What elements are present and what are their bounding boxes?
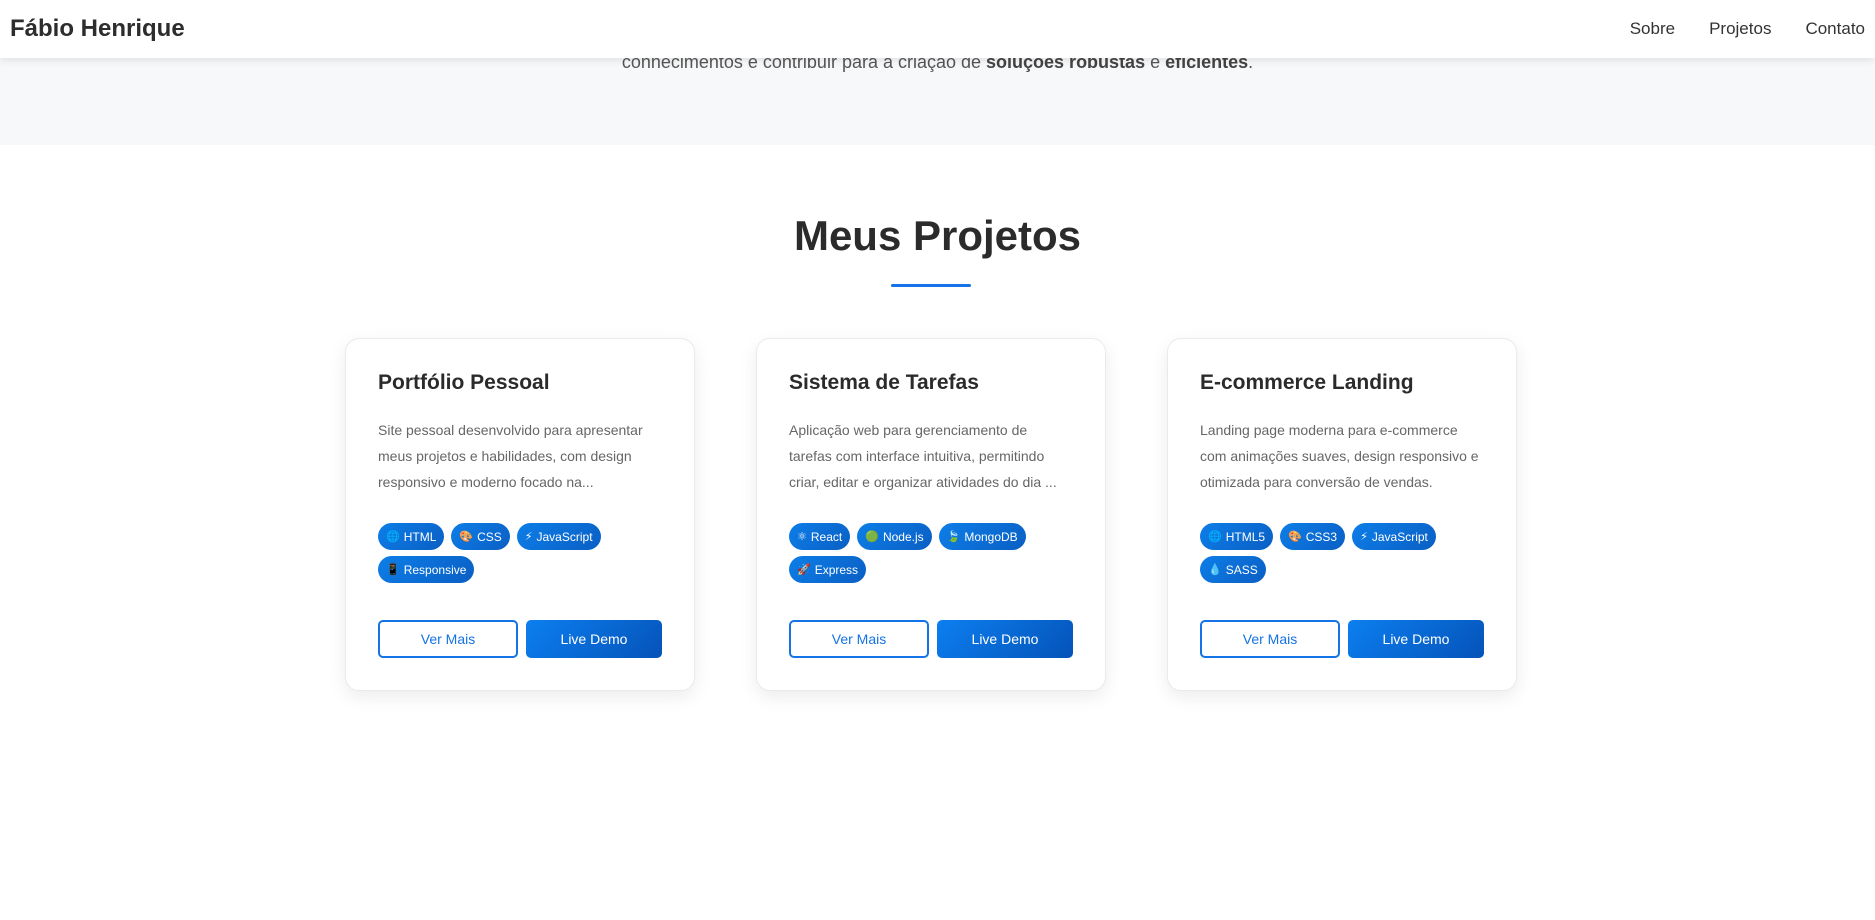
tech-tag: 📱 Responsive (378, 556, 475, 583)
project-card: Portfólio Pessoal Site pessoal desenvolv… (345, 338, 695, 691)
card-title: E-commerce Landing (1200, 371, 1414, 394)
card-title: Sistema de Tarefas (789, 371, 979, 394)
ver-mais-button[interactable]: Ver Mais (789, 620, 929, 658)
tech-tag: 🌐 HTML (378, 523, 445, 550)
live-demo-button[interactable]: Live Demo (937, 620, 1073, 658)
ver-mais-button[interactable]: Ver Mais (378, 620, 518, 658)
project-cards: Portfólio Pessoal Site pessoal desenvolv… (345, 338, 1517, 691)
globe-icon: 🌐 (386, 531, 400, 543)
card-title: Portfólio Pessoal (378, 371, 550, 394)
ver-mais-button[interactable]: Ver Mais (1200, 620, 1340, 658)
navbar: Fábio Henrique Sobre Projetos Contato (0, 0, 1875, 58)
tech-tag: ⚡ JavaScript (516, 523, 601, 550)
section-title: Meus Projetos (793, 212, 1082, 259)
card-description: Landing page moderna para e-commerce com… (1200, 422, 1479, 490)
card-description: Aplicação web para gerenciamento de tare… (789, 422, 1057, 490)
card-actions: Ver Mais Live Demo (789, 620, 1073, 658)
live-demo-button[interactable]: Live Demo (1348, 620, 1484, 658)
palette-icon: 🎨 (1288, 531, 1302, 543)
live-demo-button[interactable]: Live Demo (526, 620, 662, 658)
card-actions: Ver Mais Live Demo (1200, 620, 1484, 658)
lightning-icon: ⚡ (1360, 531, 1368, 543)
nav-link-contato[interactable]: Contato (1788, 19, 1865, 39)
tech-tags: 🌐 HTML5 🎨 CSS3 ⚡ JavaScript 💧 SASS (1200, 523, 1490, 583)
nav-link-sobre[interactable]: Sobre (1613, 19, 1692, 39)
tech-tag: 🌐 HTML5 (1200, 523, 1274, 550)
palette-icon: 🎨 (459, 531, 474, 543)
nav-links: Sobre Projetos Contato (1613, 19, 1865, 39)
mobile-icon: 📱 (386, 564, 400, 576)
green-circle-icon: 🟢 (865, 531, 879, 543)
project-card: E-commerce Landing Landing page moderna … (1167, 338, 1517, 691)
tech-tag: 🚀 Express (789, 556, 867, 583)
droplet-icon: 💧 (1208, 564, 1222, 576)
tech-tags: ⚛ React 🟢 Node.js 🍃 MongoDB 🚀 Express (789, 523, 1079, 583)
tech-tags: 🌐 HTML 🎨 CSS ⚡ JavaScript 📱 Responsive (378, 523, 668, 583)
tech-tag: 🟢 Node.js (857, 523, 932, 550)
project-card: Sistema de Tarefas Aplicação web para ge… (756, 338, 1106, 691)
lightning-icon: ⚡ (524, 531, 533, 543)
atom-icon: ⚛ (797, 531, 807, 543)
tech-tag: ⚛ React (789, 523, 851, 550)
card-description: Site pessoal desenvolvido para apresenta… (378, 422, 643, 490)
tech-tag: 🎨 CSS (451, 523, 510, 550)
rocket-icon: 🚀 (797, 564, 811, 576)
brand-logo[interactable]: Fábio Henrique (10, 15, 185, 43)
tech-tag: 🍃 MongoDB (938, 523, 1026, 550)
tech-tag: 🎨 CSS3 (1280, 523, 1346, 550)
leaf-icon: 🍃 (946, 531, 961, 543)
tech-tag: 💧 SASS (1200, 556, 1266, 583)
card-actions: Ver Mais Live Demo (378, 620, 662, 658)
nav-link-projetos[interactable]: Projetos (1692, 19, 1788, 39)
title-underline (891, 284, 971, 287)
globe-icon: 🌐 (1208, 531, 1222, 543)
tech-tag: ⚡ JavaScript (1352, 523, 1436, 550)
